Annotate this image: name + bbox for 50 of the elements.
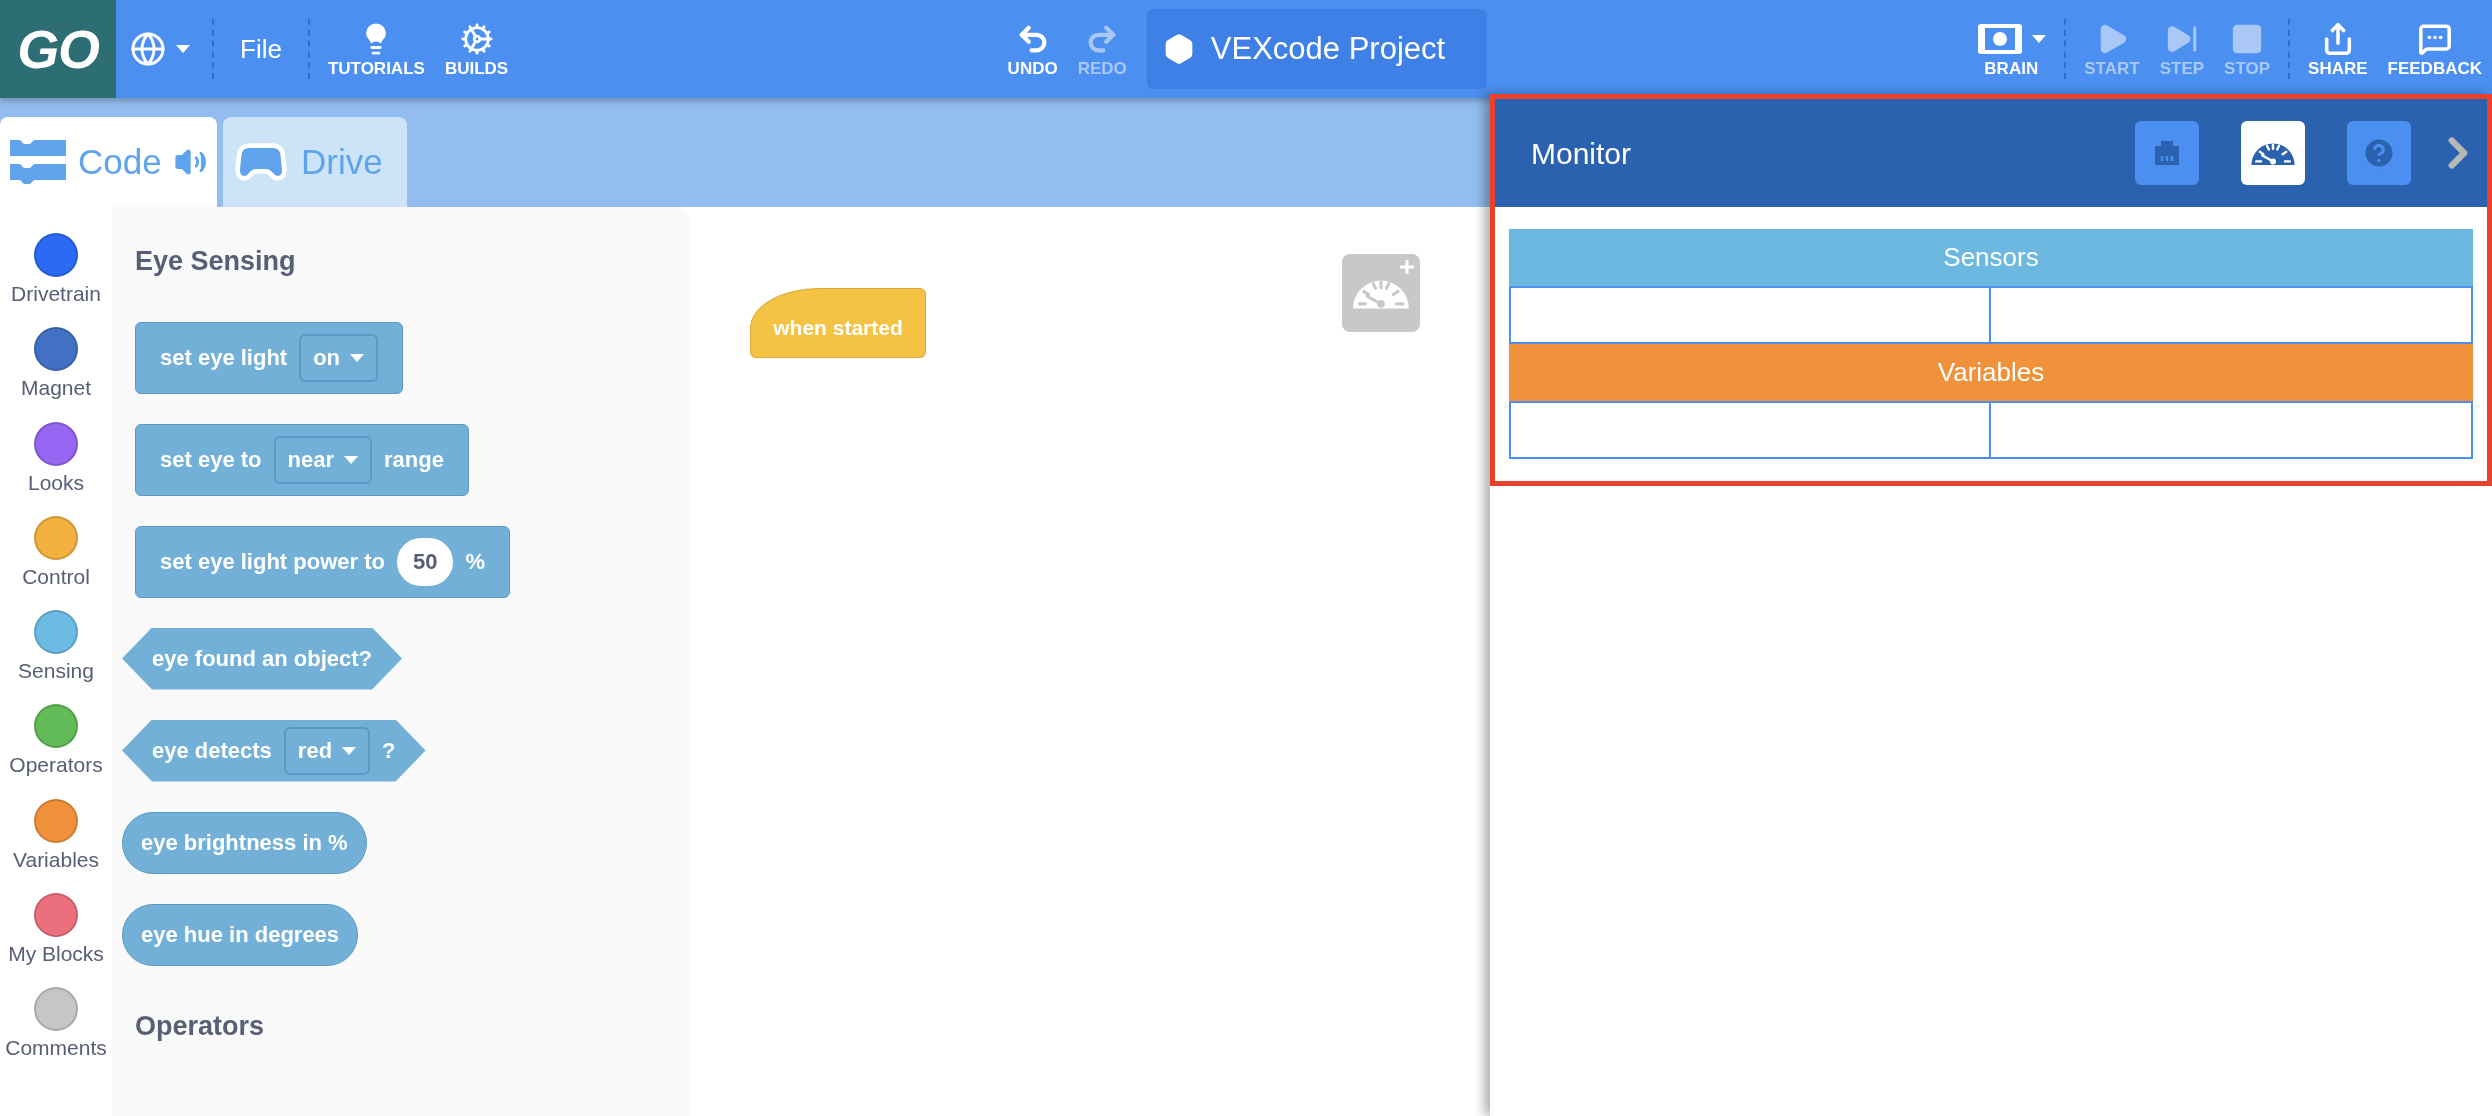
category-item[interactable]: Magnet (0, 327, 112, 402)
category-item[interactable]: Control (0, 515, 112, 590)
dropdown-field[interactable]: red (283, 726, 371, 775)
category-item[interactable]: Operators (0, 704, 112, 779)
tab[interactable]: Code (0, 117, 217, 207)
add-monitor-button[interactable] (1342, 254, 1420, 332)
toolbar-button[interactable]: SHARE (2298, 9, 2378, 89)
toolbar-button[interactable]: UNDO (997, 9, 1068, 89)
hat-block[interactable]: when started (750, 288, 926, 358)
toolbar-button[interactable]: FEEDBACK (2377, 9, 2492, 89)
caret-icon (342, 746, 357, 755)
caret-icon (176, 45, 190, 53)
dropdown-field[interactable]: near (273, 435, 372, 484)
category-item[interactable]: My Blocks (0, 892, 112, 967)
category-item[interactable]: Sensing (0, 610, 112, 685)
category-item[interactable]: Drivetrain (0, 233, 112, 308)
toolbar-button[interactable]: BUILDS (434, 9, 519, 89)
dropdown-field[interactable]: on (299, 333, 379, 382)
port-icon (2152, 138, 2182, 168)
toolbar-button[interactable]: TUTORIALS (317, 9, 435, 89)
caret-icon (350, 353, 365, 362)
caret-icon (2032, 34, 2047, 43)
category-item[interactable]: Variables (0, 798, 112, 873)
monitor-tab[interactable] (2241, 121, 2305, 185)
file-menu[interactable]: File (222, 29, 300, 69)
reporter-block[interactable]: eye brightness in % (122, 811, 367, 874)
number-field[interactable]: 50 (396, 537, 454, 586)
code-block[interactable]: set eye light on (135, 321, 404, 394)
code-block[interactable]: set eye to near range (135, 423, 469, 496)
section-header: Variables (1509, 344, 2473, 401)
caret-icon (344, 455, 358, 464)
code-block[interactable]: set eye light power to 50 % (135, 525, 510, 598)
reporter-block[interactable]: eye hue in degrees (122, 903, 359, 966)
gear-icon (459, 21, 494, 56)
section-heading: Operators (135, 1009, 265, 1043)
section-header: Sensors (1509, 229, 2473, 286)
section-heading: Eye Sensing (135, 245, 296, 278)
boolean-block[interactable]: eye detects red ? (122, 719, 426, 782)
toolbar-button[interactable]: BRAIN (1966, 9, 2057, 89)
category-item[interactable]: Looks (0, 421, 112, 496)
project-title-field[interactable]: VEXcode Project (1146, 9, 1487, 89)
monitor-header: Monitor (1495, 99, 2487, 207)
category-item[interactable]: Comments (0, 987, 112, 1062)
globe-icon (130, 31, 166, 67)
code-blocks-icon (10, 137, 66, 187)
plus-icon (1399, 259, 1415, 275)
speech-bubble-icon (2417, 21, 2452, 56)
logo: GO (0, 0, 116, 98)
tab[interactable]: Drive (223, 117, 407, 207)
boolean-block[interactable]: eye found an object? (122, 627, 403, 690)
